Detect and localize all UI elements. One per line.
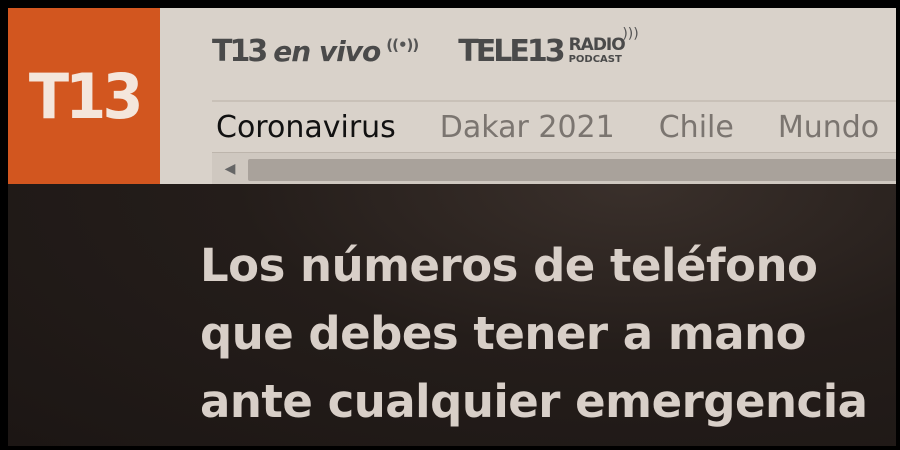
en-vivo-label: en vivo [273,34,381,68]
nav-item-dakar-2021[interactable]: Dakar 2021 [440,110,615,145]
nav-scrollbar[interactable]: ◀ [212,152,896,185]
broadcast-icon: ))) [622,26,639,42]
broadcast-icon: ((•)) [386,36,419,54]
headline-line: que debes tener a mano [200,307,807,360]
logo-text: T13 [28,59,144,133]
article-headline[interactable]: Los números de teléfono que debes tener … [200,232,880,436]
top-links: T13 en vivo ((•)) TELE13 RADIO PODCAST )… [212,26,639,76]
radio-label: RADIO [568,35,626,55]
scroll-thumb[interactable] [248,159,896,181]
nav-item-chile[interactable]: Chile [659,110,734,145]
triangle-left-icon[interactable]: ◀ [212,153,248,185]
headline-line: Los números de teléfono [200,239,818,292]
nav-item-mundo[interactable]: Mundo [778,110,879,145]
screenshot-frame: T13 T13 en vivo ((•)) TELE13 RADIO PODCA… [0,0,900,450]
tele13-brand: TELE13 [458,33,565,69]
en-vivo-link[interactable]: T13 en vivo ((•)) [212,33,419,69]
section-nav: Coronavirus Dakar 2021 Chile Mundo [212,100,896,152]
nav-item-coronavirus[interactable]: Coronavirus [216,110,396,145]
podcast-label: PODCAST [568,54,622,65]
t13-logo[interactable]: T13 [8,8,160,184]
site-header: T13 T13 en vivo ((•)) TELE13 RADIO PODCA… [8,8,896,185]
headline-line: ante cualquier emergencia [200,375,868,428]
page: T13 T13 en vivo ((•)) TELE13 RADIO PODCA… [8,8,896,446]
radio-podcast-label: RADIO PODCAST ))) [568,27,639,65]
tele13-radio-link[interactable]: TELE13 RADIO PODCAST ))) [458,27,639,69]
en-vivo-brand: T13 [212,33,268,69]
